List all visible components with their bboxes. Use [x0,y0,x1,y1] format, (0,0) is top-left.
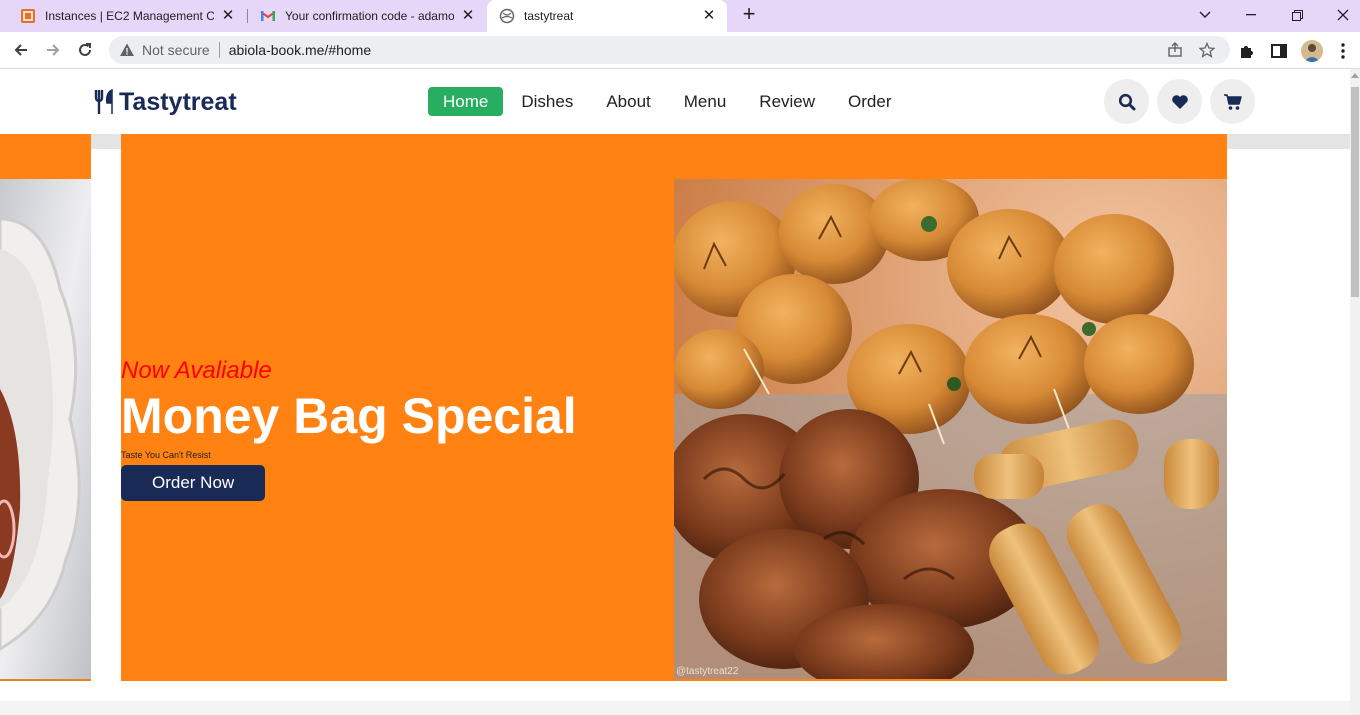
page-bottom-band [0,701,1350,715]
restore-button[interactable] [1274,0,1320,30]
close-window-button[interactable] [1320,0,1360,30]
minimize-icon [1246,14,1256,16]
nav-about[interactable]: About [591,87,665,116]
omnibox-divider [218,42,220,58]
previous-slide-image [0,179,91,679]
search-icon [1118,93,1135,110]
tab-search-button[interactable] [1182,0,1228,30]
new-tab-button[interactable]: + [738,3,760,26]
hero-subtitle: Now Avaliable [121,357,272,384]
browser-toolbar: Not secure abiola-book.me/#home [0,32,1360,69]
hero-title: Money Bag Special [121,388,577,444]
tab-title: Instances | EC2 Management Cor [45,9,214,23]
nav-menu[interactable]: Menu [669,87,742,116]
nav-dishes[interactable]: Dishes [506,87,588,116]
nav-review[interactable]: Review [744,87,830,116]
forward-button[interactable] [40,37,66,63]
arrow-right-icon [47,44,60,56]
cart-icon [1223,93,1242,110]
page-viewport: Tastytreat Home Dishes About Menu Review… [0,69,1350,715]
address-bar[interactable]: Not secure abiola-book.me/#home [109,36,1230,64]
site-logo[interactable]: Tastytreat [93,86,237,118]
side-panel-icon[interactable] [1270,42,1288,60]
hero-slide: Now Avaliable Money Bag Special Taste Yo… [121,134,1227,681]
header-icons [1104,79,1263,124]
close-icon [1337,9,1349,21]
share-icon[interactable] [1167,42,1183,58]
main-nav: Home Dishes About Menu Review Order [428,87,910,116]
gmail-icon [260,11,276,21]
more-menu-icon[interactable] [1340,42,1346,60]
tab-gmail[interactable]: Your confirmation code - adamo ✕ [248,0,486,32]
tab-ec2-instances[interactable]: Instances | EC2 Management Cor ✕ [8,0,246,32]
page-scrollbar[interactable] [1350,69,1360,715]
url-text[interactable]: abiola-book.me/#home [229,42,371,58]
security-label[interactable]: Not secure [142,42,210,58]
globe-icon [499,8,515,24]
hero-top-band [121,134,1227,179]
restore-icon [1291,9,1303,21]
chevron-down-icon [1199,11,1211,18]
heart-icon [1171,94,1188,109]
search-button[interactable] [1104,79,1149,124]
hero-content: Now Avaliable Money Bag Special Taste Yo… [121,356,577,501]
aws-icon [21,9,35,23]
extensions-icon[interactable] [1238,42,1256,60]
minimize-button[interactable] [1228,0,1274,30]
warning-icon[interactable] [119,42,135,58]
favorites-button[interactable] [1157,79,1202,124]
back-button[interactable] [8,37,34,63]
previous-slide [0,134,91,681]
profile-avatar[interactable] [1301,40,1323,62]
scroll-up-arrow[interactable] [1351,73,1359,78]
scrollbar-thumb[interactable] [1351,87,1359,297]
tab-title: Your confirmation code - adamo [285,9,454,23]
close-tab-icon[interactable]: ✕ [220,8,236,24]
nav-order[interactable]: Order [833,87,906,116]
arrow-left-icon [14,44,27,56]
tab-tastytreat[interactable]: tastytreat ✕ [487,0,727,32]
utensils-icon [94,89,113,114]
nav-home[interactable]: Home [428,87,504,116]
bookmark-star-icon[interactable] [1199,42,1215,58]
close-tab-icon[interactable]: ✕ [460,8,476,24]
order-now-button[interactable]: Order Now [121,465,266,501]
site-header: Tastytreat Home Dishes About Menu Review… [0,69,1350,134]
browser-tab-strip: Instances | EC2 Management Cor ✕ Your co… [0,0,1360,32]
reload-button[interactable] [72,37,98,63]
close-tab-icon[interactable]: ✕ [701,8,717,24]
image-watermark: @tastytreat22 [676,666,739,677]
hero-tagline: Taste You Can't Resist [121,450,211,460]
reload-icon [79,43,91,56]
logo-text: Tastytreat [119,87,237,116]
hero-food-image: @tastytreat22 [674,179,1227,679]
tab-title: tastytreat [524,9,574,23]
cart-button[interactable] [1210,79,1255,124]
slide-divider [0,679,91,681]
